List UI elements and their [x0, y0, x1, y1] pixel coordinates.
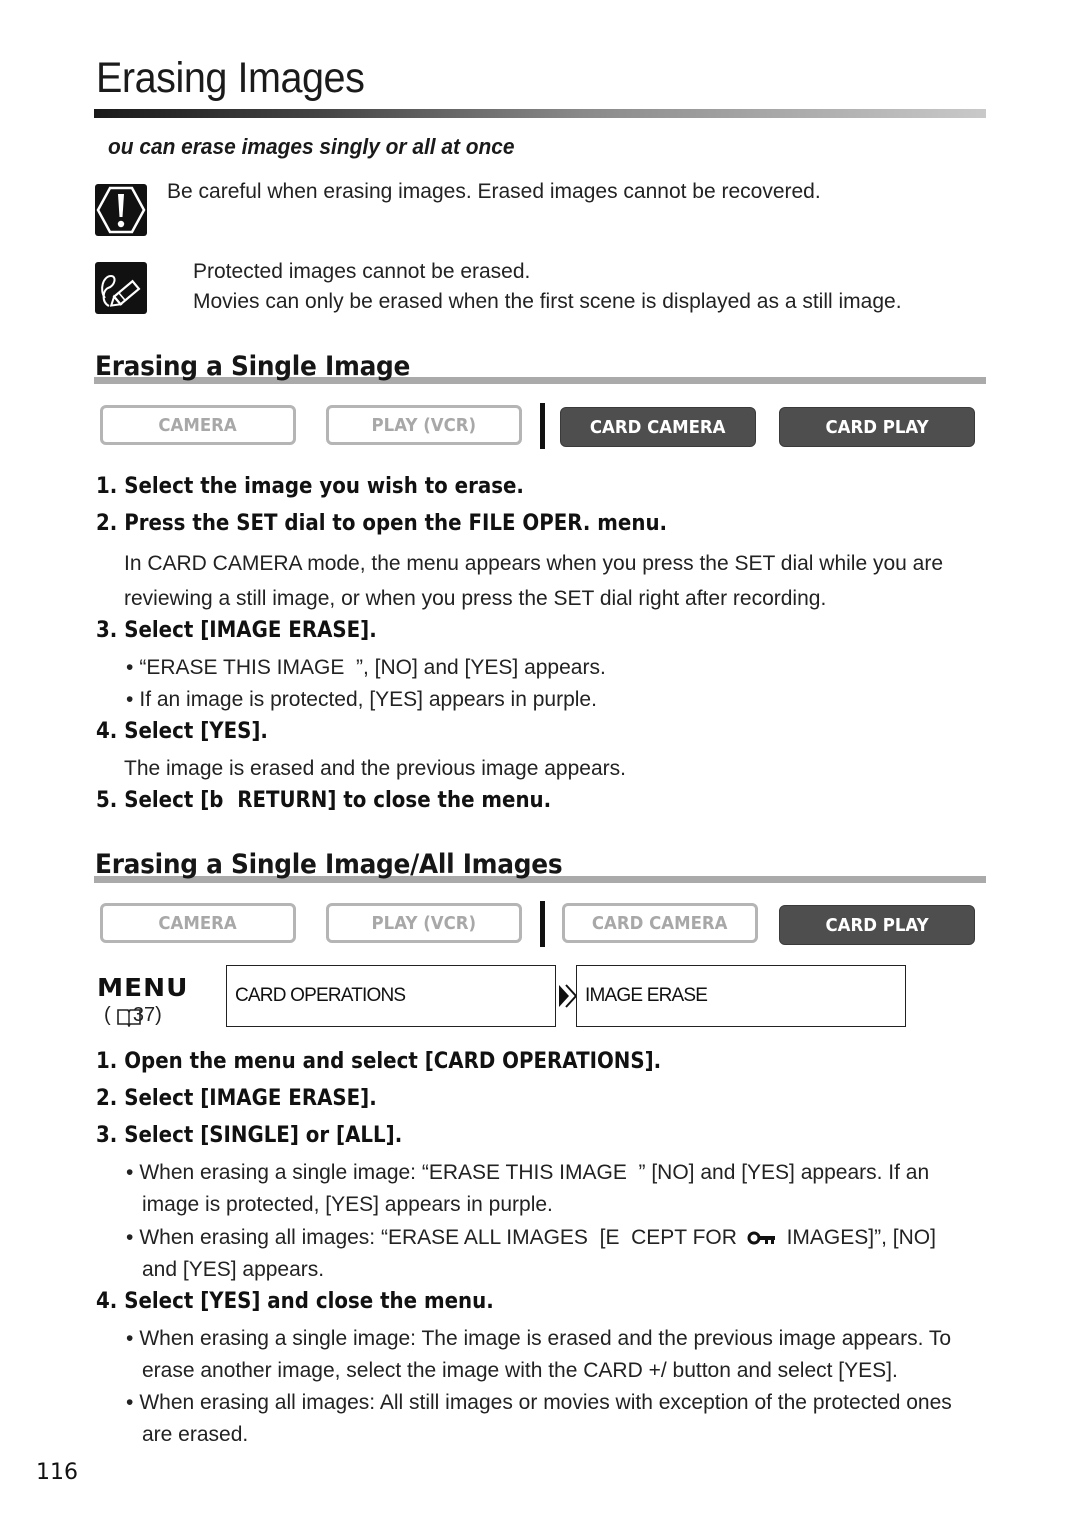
mode-play-vcr: PLAY (VCR) — [326, 903, 522, 943]
mode-camera: CAMERA — [100, 405, 296, 445]
bullet-text: When erasing all images: “ERASE ALL IMAG… — [126, 1226, 737, 1249]
mode-card-camera: CARD CAMERA — [562, 903, 758, 943]
step-3: 3. Select [SINGLE] or [ALL]. — [96, 1123, 403, 1148]
mode-label: PLAY (VCR) — [371, 414, 477, 436]
step-5: 5. Select [b RETURN] to close the menu. — [96, 788, 552, 813]
step-3-bullet-single-cont: image is protected, [YES] appears in pur… — [142, 1193, 553, 1216]
page-number: 116 — [36, 1460, 78, 1485]
menu-path-card-operations: CARD OPERATIONS — [226, 965, 556, 1027]
menu-label: MENU — [97, 973, 189, 1002]
double-chevron-right-icon — [559, 984, 577, 1008]
mode-label: CARD PLAY — [825, 416, 929, 438]
caution-text: Be careful when erasing images. Erased i… — [167, 180, 821, 203]
menu-path-image-erase: IMAGE ERASE — [576, 965, 906, 1027]
step-4-detail: The image is erased and the previous ima… — [124, 757, 626, 780]
note-pencil-icon — [95, 262, 147, 314]
step-1: 1. Select the image you wish to erase. — [96, 474, 524, 499]
mode-label: CAMERA — [158, 414, 238, 436]
caution-icon — [95, 184, 147, 236]
step-3: 3. Select [IMAGE ERASE]. — [96, 618, 377, 643]
section-title-all: Erasing a Single Image/All Images — [95, 849, 563, 880]
step-3-bullet: “ERASE THIS IMAGE ”, [NO] and [YES] appe… — [126, 656, 605, 680]
page-title: Erasing Images — [96, 54, 365, 102]
mode-separator — [540, 901, 545, 947]
note-text: Protected images cannot be erased. Movie… — [193, 257, 902, 317]
step-3-bullet: If an image is protected, [YES] appears … — [126, 688, 597, 712]
step-1: 1. Open the menu and select [CARD OPERAT… — [96, 1049, 662, 1074]
step-2-detail: reviewing a still image, or when you pre… — [124, 587, 827, 610]
mode-separator — [540, 403, 545, 449]
title-rule — [94, 109, 986, 118]
mode-camera: CAMERA — [100, 903, 296, 943]
mode-label: CAMERA — [158, 912, 238, 934]
step-4-bullet-single-cont: erase another image, select the image wi… — [142, 1359, 898, 1382]
note-line: Movies can only be erased when the first… — [193, 290, 902, 313]
step-4: 4. Select [YES] and close the menu. — [96, 1289, 494, 1314]
step-4: 4. Select [YES]. — [96, 719, 268, 744]
mode-label: CARD CAMERA — [590, 416, 726, 438]
bullet-text: IMAGES]”, [NO] — [786, 1226, 936, 1249]
mode-card-play: CARD PLAY — [779, 905, 975, 945]
mode-card-play: CARD PLAY — [779, 407, 975, 447]
step-4-bullet-single: When erasing a single image: The image i… — [126, 1327, 951, 1351]
protect-key-icon — [747, 1231, 775, 1245]
note-line: Protected images cannot be erased. — [193, 260, 531, 283]
step-4-bullet-all: When erasing all images: All still image… — [126, 1391, 951, 1415]
mode-card-camera: CARD CAMERA — [560, 407, 756, 447]
mode-play-vcr: PLAY (VCR) — [326, 405, 522, 445]
mode-label: CARD PLAY — [825, 914, 929, 936]
page-subtitle: ou can erase images singly or all at onc… — [108, 134, 515, 159]
step-3-bullet-all: When erasing all images: “ERASE ALL IMAG… — [126, 1226, 936, 1250]
step-3-bullet-single: When erasing a single image: “ERASE THIS… — [126, 1161, 929, 1185]
step-2: 2. Select [IMAGE ERASE]. — [96, 1086, 377, 1111]
step-4-bullet-all-cont: are erased. — [142, 1423, 249, 1446]
menu-page-reference: ( 37) — [104, 1004, 162, 1027]
mode-label: CARD CAMERA — [592, 912, 728, 934]
book-icon — [117, 1009, 141, 1027]
section-title-single: Erasing a Single Image — [95, 351, 411, 382]
step-2: 2. Press the SET dial to open the FILE O… — [96, 511, 668, 536]
mode-label: PLAY (VCR) — [371, 912, 477, 934]
step-3-bullet-all-cont: and [YES] appears. — [142, 1258, 325, 1281]
step-2-detail: In CARD CAMERA mode, the menu appears wh… — [124, 552, 944, 575]
